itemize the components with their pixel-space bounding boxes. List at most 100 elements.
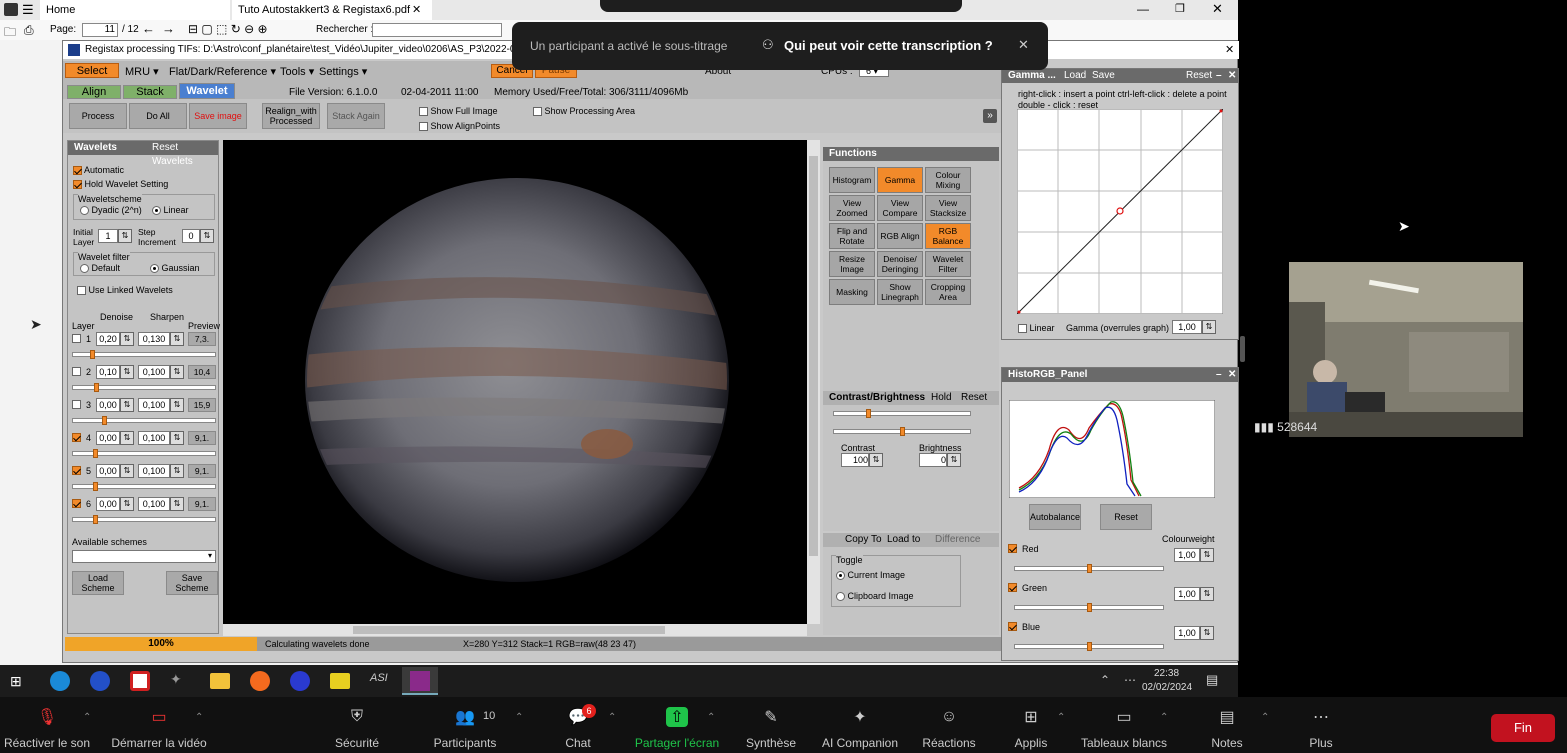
schemes-dropdown[interactable]: ▾ xyxy=(72,550,216,563)
copy-to-button[interactable]: Copy To xyxy=(845,533,882,547)
tray-chevron-icon[interactable]: ⌃ xyxy=(1100,673,1110,687)
options-chevron-icon[interactable]: ⌃ xyxy=(83,712,91,723)
function-button-colour-mixing[interactable]: Colour Mixing xyxy=(925,167,971,193)
contrast-input[interactable]: 100 xyxy=(841,453,869,467)
apps-icon[interactable]: ⊞ xyxy=(1020,707,1042,727)
channel-checkbox[interactable] xyxy=(1008,583,1017,592)
registax-taskbar-icon[interactable] xyxy=(402,667,438,695)
emoji-icon[interactable]: ☺ xyxy=(938,707,960,727)
step-increment-input[interactable]: 0 xyxy=(182,229,200,243)
channel-slider-knob[interactable] xyxy=(1087,564,1092,573)
layer-slider-knob[interactable] xyxy=(93,515,98,524)
layer-slider-knob[interactable] xyxy=(90,350,95,359)
show-full-image-checkbox[interactable]: Show Full Image xyxy=(419,106,498,117)
zoom-item-more[interactable]: Plus xyxy=(1261,736,1381,750)
channel-checkbox[interactable] xyxy=(1008,622,1017,631)
dyadic-radio[interactable]: Dyadic (2^n) xyxy=(80,205,142,216)
participant-video[interactable] xyxy=(1289,262,1523,437)
gamma-curve-graph[interactable] xyxy=(1017,109,1223,314)
layer-denoise-input[interactable]: 0,10 xyxy=(96,365,120,379)
layer-slider[interactable] xyxy=(72,383,216,392)
shield-icon[interactable]: ⛨ xyxy=(346,707,368,727)
channel-weight-input[interactable]: 1,00 xyxy=(1174,626,1200,640)
layer-sharpen-input[interactable]: 0,100 xyxy=(138,464,170,478)
historgb-close-icon[interactable]: ✕ xyxy=(1228,368,1236,382)
channel-weight-spinner[interactable]: ⇅ xyxy=(1200,587,1214,601)
gamma-load-button[interactable]: Load xyxy=(1064,69,1086,83)
layer-denoise-input[interactable]: 0,00 xyxy=(96,398,120,412)
layer-sharpen-input[interactable]: 0,130 xyxy=(138,332,170,346)
edge-icon[interactable] xyxy=(50,671,70,691)
current-image-radio-dot[interactable] xyxy=(836,571,845,581)
show-processing-area-box[interactable] xyxy=(533,107,542,117)
tab-wavelet[interactable]: Wavelet xyxy=(179,83,235,99)
options-chevron-icon[interactable]: ⌃ xyxy=(1160,712,1168,723)
layer-sharpen-spinner[interactable]: ⇅ xyxy=(170,365,184,379)
notification-close-icon[interactable]: ✕ xyxy=(1018,37,1029,53)
layer-denoise-input[interactable]: 0,00 xyxy=(96,497,120,511)
zoom-item-participants[interactable]: Participants xyxy=(405,736,525,750)
options-chevron-icon[interactable]: ⌃ xyxy=(608,712,616,723)
show-processing-area-checkbox[interactable]: Show Processing Area xyxy=(533,106,635,117)
whiteboard-icon[interactable]: ▭ xyxy=(1113,707,1135,727)
options-chevron-icon[interactable]: ⌃ xyxy=(515,712,523,723)
difference-button[interactable]: Difference xyxy=(935,533,980,547)
function-button-view-zoomed[interactable]: View Zoomed xyxy=(829,195,875,221)
layer-checkbox[interactable] xyxy=(72,400,81,409)
realign-button[interactable]: Realign_with Processed xyxy=(262,103,320,129)
select-button[interactable]: Select xyxy=(65,63,119,78)
automatic-checkbox[interactable]: Automatic xyxy=(73,165,124,176)
search-input[interactable] xyxy=(372,23,502,37)
layer-sharpen-input[interactable]: 0,100 xyxy=(138,497,170,511)
layer-preview-button[interactable]: 9,1. xyxy=(188,431,216,445)
page-input[interactable]: 11 xyxy=(82,23,118,37)
gaussian-radio-dot[interactable] xyxy=(150,264,159,274)
default-radio-dot[interactable] xyxy=(80,264,89,274)
dyadic-radio-dot[interactable] xyxy=(80,206,89,216)
end-meeting-button[interactable]: Fin xyxy=(1491,714,1555,742)
hold-wavelet-box[interactable] xyxy=(73,180,82,190)
tab-stack[interactable]: Stack xyxy=(123,85,177,99)
contrast-slider-knob[interactable] xyxy=(866,409,871,418)
settings-menu[interactable]: Settings ▾ xyxy=(319,65,367,78)
zoom-app-icon[interactable] xyxy=(290,671,310,691)
channel-weight-input[interactable]: 1,00 xyxy=(1174,548,1200,562)
notes-icon[interactable]: ▤ xyxy=(1216,707,1238,727)
vertical-scroll-thumb[interactable] xyxy=(809,156,818,556)
options-chevron-icon[interactable]: ⌃ xyxy=(1057,712,1065,723)
channel-checkbox[interactable] xyxy=(1008,544,1017,553)
load-scheme-button[interactable]: Load Scheme xyxy=(72,571,124,595)
save-scheme-button[interactable]: Save Scheme xyxy=(166,571,218,595)
options-chevron-icon[interactable]: ⌃ xyxy=(707,712,715,723)
zoom-item-video-off[interactable]: Démarrer la vidéo xyxy=(99,736,219,750)
save-image-button[interactable]: Save image xyxy=(189,103,247,129)
view-mode-icon[interactable]: ⊟ ▢ ⬚ ↻ ⊖ ⊕ xyxy=(188,22,268,36)
expand-panel-icon[interactable]: » xyxy=(983,109,997,123)
browser-icon[interactable] xyxy=(90,671,110,691)
histo-reset-button[interactable]: Reset xyxy=(1100,504,1152,530)
hold-wavelet-checkbox[interactable]: Hold Wavelet Setting xyxy=(73,179,168,190)
channel-weight-input[interactable]: 1,00 xyxy=(1174,587,1200,601)
horizontal-scrollbar[interactable] xyxy=(223,624,807,636)
zoom-item-shield[interactable]: Sécurité xyxy=(297,736,417,750)
autobalance-button[interactable]: Autobalance xyxy=(1029,504,1081,530)
layer-sharpen-spinner[interactable]: ⇅ xyxy=(170,332,184,346)
layer-checkbox[interactable] xyxy=(72,367,81,376)
gaussian-radio[interactable]: Gaussian xyxy=(150,263,200,274)
layer-checkbox[interactable] xyxy=(72,499,81,508)
layer-denoise-spinner[interactable]: ⇅ xyxy=(120,431,134,445)
horizontal-scroll-thumb[interactable] xyxy=(353,626,665,634)
zoom-item-whiteboard[interactable]: Tableaux blancs xyxy=(1064,736,1184,750)
image-viewport[interactable] xyxy=(223,140,807,624)
layer-preview-button[interactable]: 9,1. xyxy=(188,497,216,511)
linear-radio[interactable]: Linear xyxy=(152,205,189,216)
historgb-minimize-icon[interactable]: – xyxy=(1216,368,1222,382)
close-tab-icon[interactable]: ✕ xyxy=(412,0,421,20)
contrast-reset-button[interactable]: Reset xyxy=(961,391,987,405)
layer-slider[interactable] xyxy=(72,449,216,458)
contrast-slider[interactable] xyxy=(833,409,971,418)
layer-checkbox[interactable] xyxy=(72,433,81,442)
flat-menu[interactable]: Flat/Dark/Reference ▾ xyxy=(169,65,276,78)
linear-radio-dot[interactable] xyxy=(152,206,161,216)
firefox-icon[interactable] xyxy=(250,671,270,691)
